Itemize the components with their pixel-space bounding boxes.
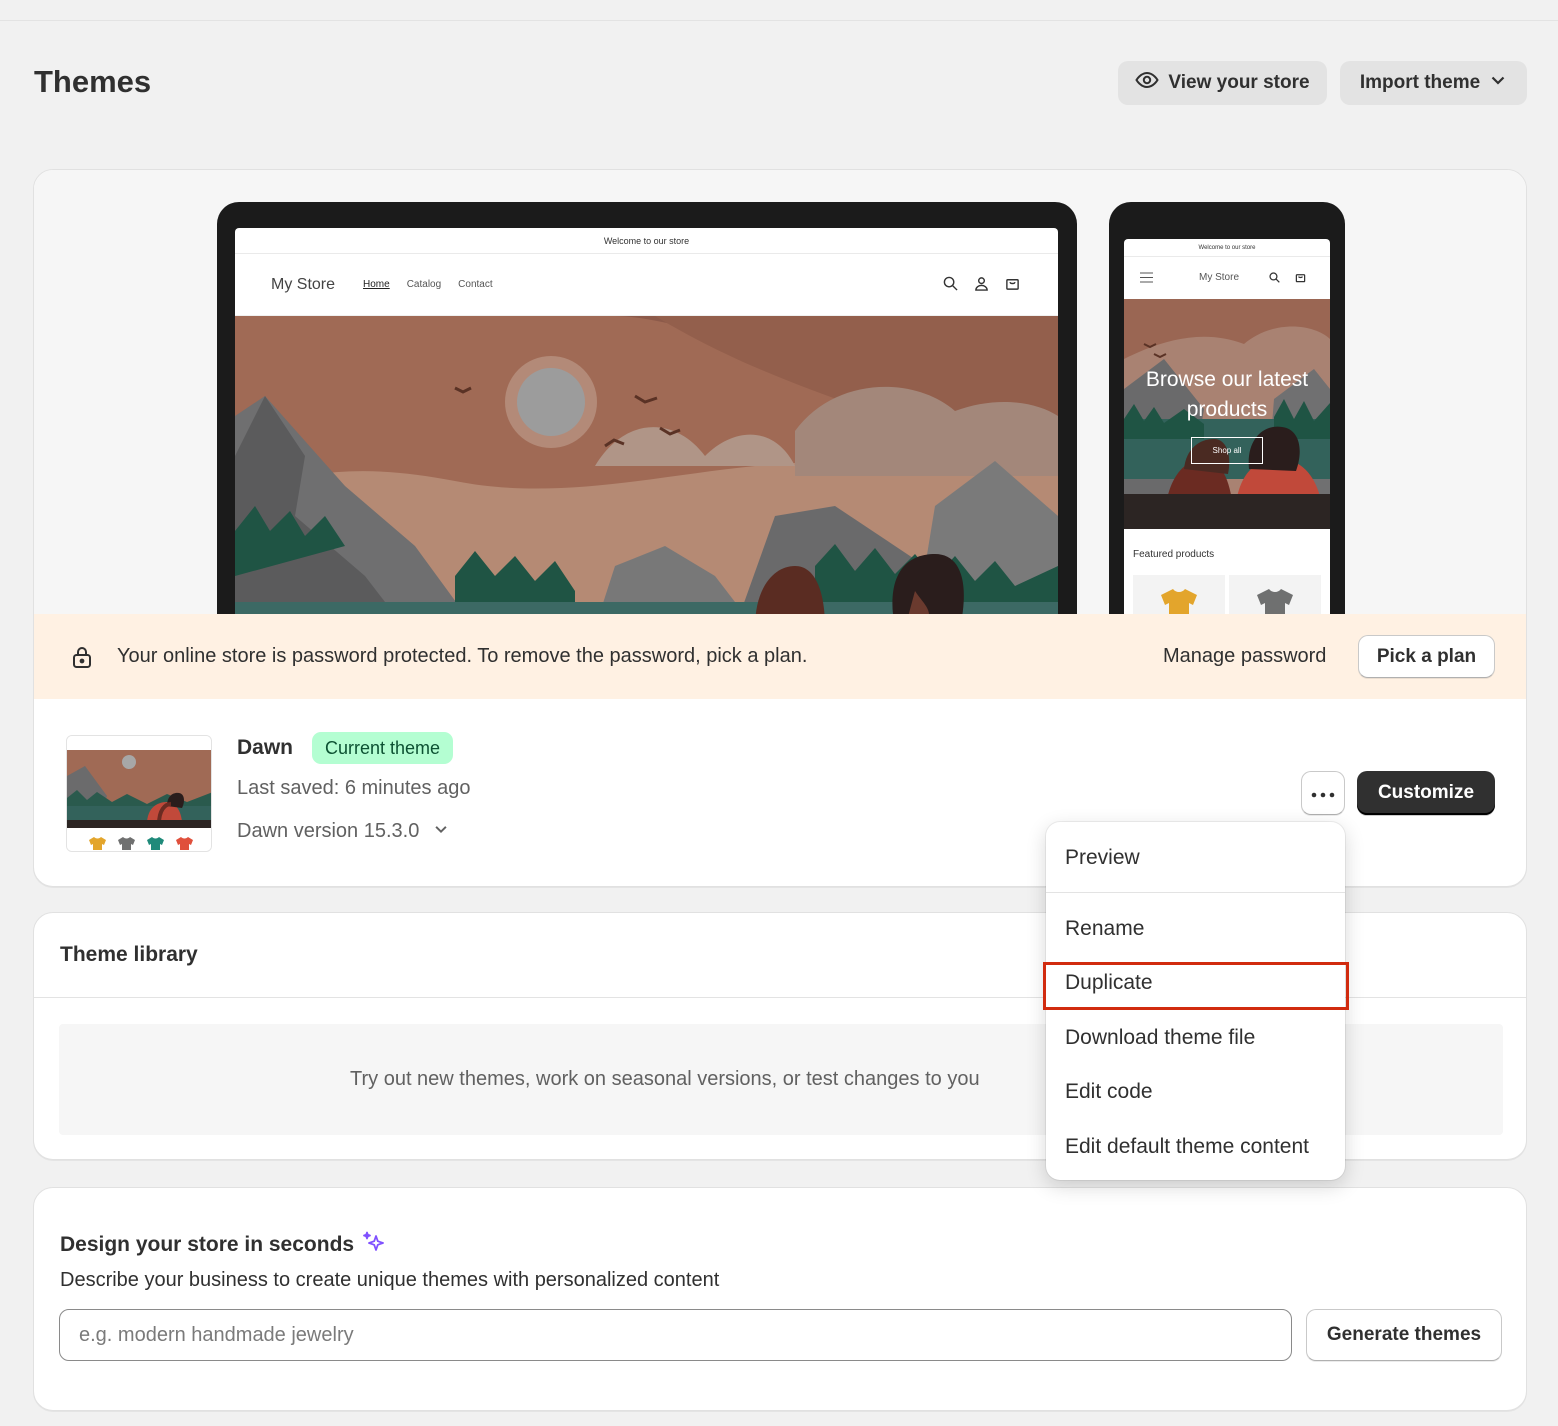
pick-plan-button[interactable]: Pick a plan xyxy=(1358,635,1495,678)
sparkle-icon xyxy=(362,1230,386,1260)
manage-password-link[interactable]: Manage password xyxy=(1163,645,1326,668)
lock-icon xyxy=(70,645,94,674)
business-description-input[interactable] xyxy=(59,1309,1292,1361)
chevron-down-icon xyxy=(433,820,449,843)
desktop-preview-screen: Welcome to our store My Store Home Catal… xyxy=(235,228,1058,628)
mobile-shop-all-button: Shop all xyxy=(1191,437,1263,464)
design-store-card: Design your store in seconds Describe yo… xyxy=(33,1187,1527,1411)
theme-name: Dawn xyxy=(237,736,294,759)
menu-item-download-theme-file[interactable]: Download theme file xyxy=(1046,1016,1345,1060)
nav-link-catalog: Catalog xyxy=(406,279,442,290)
theme-library-empty-text: Try out new themes, work on seasonal ver… xyxy=(350,1068,980,1090)
current-theme-card: Welcome to our store My Store Home Catal… xyxy=(33,169,1527,887)
design-description: Describe your business to create unique … xyxy=(60,1269,720,1291)
menu-item-edit-default-theme-content[interactable]: Edit default theme content xyxy=(1046,1125,1345,1169)
cart-icon xyxy=(1295,274,1306,283)
theme-version-toggle[interactable]: Dawn version 15.3.0 xyxy=(237,820,449,843)
menu-item-duplicate[interactable]: Duplicate xyxy=(1046,961,1345,1005)
password-banner: Your online store is password protected.… xyxy=(34,614,1526,699)
desktop-preview-frame: Welcome to our store My Store Home Catal… xyxy=(217,202,1077,628)
theme-thumbnail[interactable] xyxy=(66,735,212,852)
menu-divider xyxy=(1046,892,1345,893)
announcement-bar: Welcome to our store xyxy=(235,228,1058,254)
import-theme-button[interactable]: Import theme xyxy=(1340,61,1527,105)
more-actions-button[interactable] xyxy=(1301,771,1345,815)
top-divider xyxy=(0,20,1558,21)
search-icon xyxy=(1269,272,1280,283)
password-message: Your online store is password protected.… xyxy=(117,645,808,667)
generate-themes-button[interactable]: Generate themes xyxy=(1306,1309,1502,1361)
mobile-announcement-bar: Welcome to our store xyxy=(1124,239,1330,257)
hero-illustration xyxy=(235,316,1058,628)
mobile-store-header: My Store xyxy=(1124,257,1330,299)
customize-button[interactable]: Customize xyxy=(1357,771,1495,815)
menu-icon xyxy=(1140,272,1153,283)
current-theme-badge: Current theme xyxy=(312,732,454,764)
eye-icon xyxy=(1135,68,1160,98)
mobile-featured-heading: Featured products xyxy=(1133,549,1215,560)
store-header: My Store Home Catalog Contact xyxy=(235,254,1058,316)
theme-version-text: Dawn version 15.3.0 xyxy=(237,820,420,842)
last-saved-text: Last saved: 6 minutes ago xyxy=(237,777,471,799)
view-store-label: View your store xyxy=(1168,72,1310,93)
menu-item-edit-code[interactable]: Edit code xyxy=(1046,1070,1345,1114)
cart-icon xyxy=(1006,279,1019,290)
mobile-store-logo: My Store xyxy=(1199,272,1240,283)
theme-preview: Welcome to our store My Store Home Catal… xyxy=(34,170,1526,629)
store-logo: My Store xyxy=(271,275,336,293)
more-horizontal-icon xyxy=(1311,782,1335,804)
nav-link-contact: Contact xyxy=(458,279,493,290)
import-theme-label: Import theme xyxy=(1359,72,1481,93)
view-store-button[interactable]: View your store xyxy=(1118,61,1327,105)
design-title-text: Design your store in seconds xyxy=(60,1233,355,1256)
search-icon xyxy=(943,276,958,291)
mobile-preview-frame: Welcome to our store My Store Browse our… xyxy=(1109,202,1345,629)
menu-item-preview[interactable]: Preview xyxy=(1046,836,1345,880)
mobile-hero-title: Browse our latest products xyxy=(1145,368,1309,421)
account-icon xyxy=(975,277,988,291)
theme-actions-menu: Preview Rename Duplicate Download theme … xyxy=(1046,822,1345,1180)
page-title: Themes xyxy=(34,64,152,99)
menu-item-rename[interactable]: Rename xyxy=(1046,907,1345,951)
nav-link-home: Home xyxy=(363,279,390,290)
design-title: Design your store in seconds xyxy=(60,1230,386,1260)
mobile-preview-screen: Welcome to our store My Store Browse our… xyxy=(1124,239,1330,629)
theme-library-title: Theme library xyxy=(60,943,198,966)
chevron-down-icon xyxy=(1489,71,1507,95)
